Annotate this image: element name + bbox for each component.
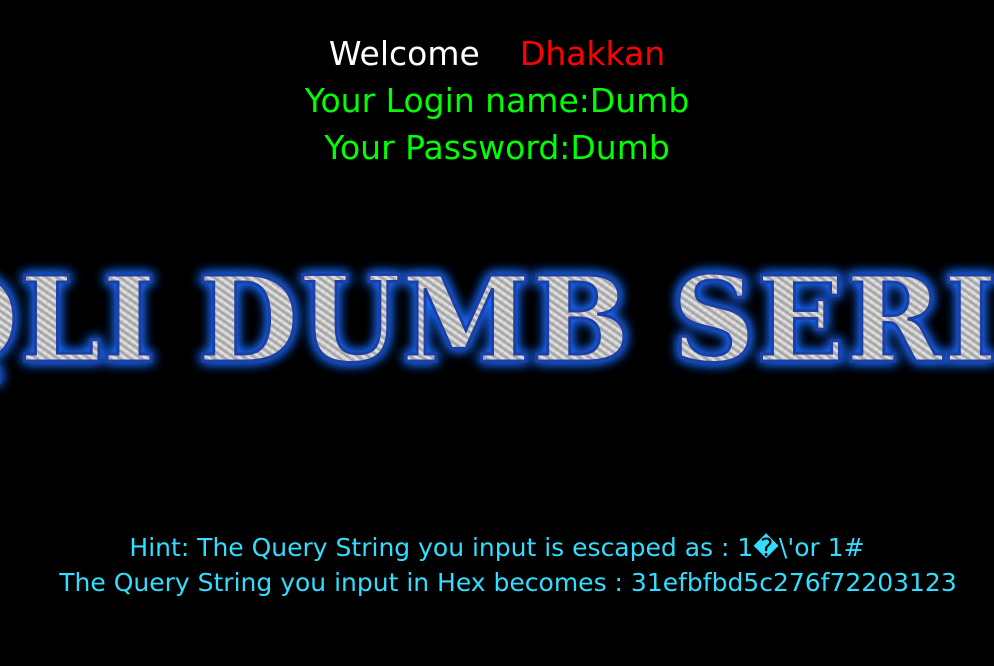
welcome-user-name: Dhakkan bbox=[519, 34, 666, 73]
hint-panel: Hint: The Query String you input is esca… bbox=[0, 530, 994, 600]
login-name-text: Your Login name:Dumb bbox=[304, 81, 690, 120]
welcome-line: Welcome Dhakkan bbox=[0, 30, 994, 77]
sqli-dumb-series-banner: SQLI DUMB SERIES bbox=[0, 255, 994, 395]
welcome-panel: Welcome Dhakkan Your Login name:Dumb Your… bbox=[0, 30, 994, 171]
hint-escaped-text: Hint: The Query String you input is esca… bbox=[129, 533, 865, 562]
welcome-greeting: Welcome bbox=[328, 34, 480, 73]
hint-hex-text: The Query String you input in Hex become… bbox=[59, 568, 957, 597]
banner-title-text: SQLI DUMB SERIES bbox=[0, 255, 994, 389]
password-text: Your Password:Dumb bbox=[324, 128, 670, 167]
